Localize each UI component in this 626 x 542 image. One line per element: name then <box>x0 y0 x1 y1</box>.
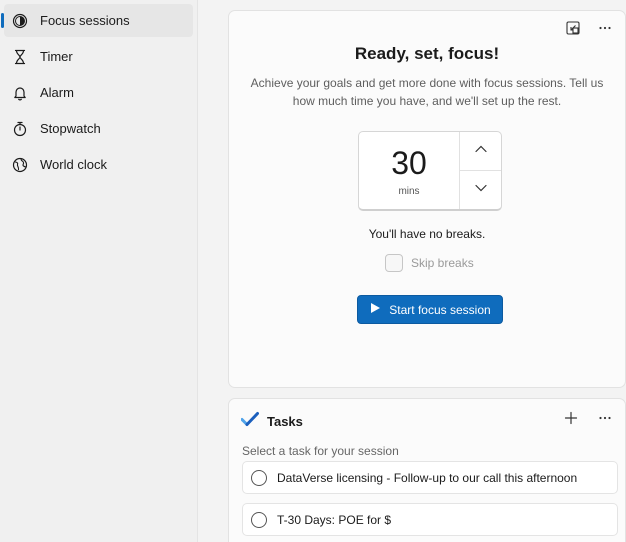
plus-icon <box>564 411 578 428</box>
task-item[interactable]: DataVerse licensing - Follow-up to our c… <box>242 461 618 494</box>
todo-logo-icon <box>240 411 259 432</box>
skip-breaks-option[interactable]: Skip breaks <box>385 254 474 272</box>
add-task-button[interactable] <box>557 407 585 431</box>
focus-description: Achieve your goals and get more done wit… <box>250 76 604 108</box>
tasks-hint: Select a task for your session <box>242 444 399 458</box>
skip-breaks-label: Skip breaks <box>411 256 474 270</box>
tasks-header: Tasks <box>240 411 303 432</box>
hourglass-icon <box>10 47 30 67</box>
skip-breaks-checkbox[interactable] <box>385 254 403 272</box>
focus-session-card: Ready, set, focus! Achieve your goals an… <box>228 10 626 388</box>
sidebar-item-label: Timer <box>40 49 73 64</box>
globe-icon <box>10 155 30 175</box>
focus-icon <box>10 11 30 31</box>
stopwatch-icon <box>10 119 30 139</box>
start-focus-session-button[interactable]: Start focus session <box>357 295 503 324</box>
sidebar-item-stopwatch[interactable]: Stopwatch <box>4 112 193 145</box>
more-options-button[interactable] <box>591 17 619 41</box>
task-complete-radio[interactable] <box>251 511 267 528</box>
sidebar-item-label: Stopwatch <box>40 121 101 136</box>
duration-unit: mins <box>398 186 420 197</box>
start-button-label: Start focus session <box>389 302 491 317</box>
bell-icon <box>10 83 30 103</box>
task-item[interactable]: T-30 Days: POE for $ <box>242 503 618 536</box>
chevron-down-icon <box>474 181 488 200</box>
task-label: T-30 Days: POE for $ <box>277 512 392 527</box>
chevron-up-icon <box>474 142 488 161</box>
task-complete-radio[interactable] <box>251 469 267 486</box>
sidebar-item-label: Focus sessions <box>40 13 130 28</box>
sidebar-item-focus-sessions[interactable]: Focus sessions <box>1 4 193 37</box>
decrease-duration-button[interactable] <box>460 170 501 209</box>
tasks-toolbar <box>557 407 619 431</box>
sidebar-item-alarm[interactable]: Alarm <box>4 76 193 109</box>
duration-value: 30 <box>391 145 427 181</box>
duration-stepper[interactable]: 30 mins <box>358 131 502 211</box>
task-label: DataVerse licensing - Follow-up to our c… <box>277 470 578 485</box>
breaks-info: You'll have no breaks. <box>368 227 486 241</box>
page-title: Ready, set, focus! <box>354 44 500 63</box>
sidebar-item-label: World clock <box>40 157 107 172</box>
sidebar-nav: Focus sessions Timer Alarm Stopwatch Wor… <box>0 0 198 542</box>
card-toolbar <box>559 17 619 41</box>
sidebar-item-world-clock[interactable]: World clock <box>4 148 193 181</box>
tasks-card: Tasks Select a task for your session Dat… <box>228 398 626 542</box>
sidebar-item-timer[interactable]: Timer <box>4 40 193 73</box>
more-icon <box>598 411 612 428</box>
compact-overlay-icon <box>566 20 580 38</box>
compact-overlay-button[interactable] <box>559 17 587 41</box>
tasks-more-options-button[interactable] <box>591 407 619 431</box>
tasks-title: Tasks <box>267 414 303 429</box>
more-icon <box>598 21 612 38</box>
play-icon <box>369 302 381 317</box>
sidebar-item-label: Alarm <box>40 85 74 100</box>
duration-display[interactable]: 30 mins <box>359 132 459 209</box>
increase-duration-button[interactable] <box>460 132 501 170</box>
stepper-buttons <box>459 132 501 209</box>
